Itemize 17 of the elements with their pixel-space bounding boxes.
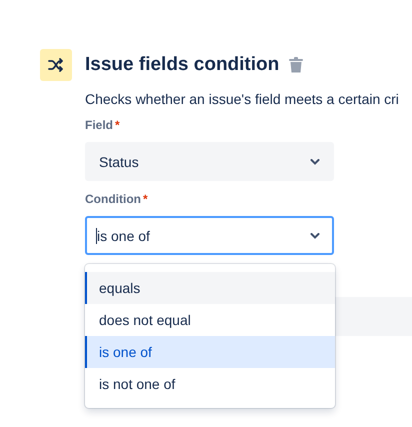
field-label: Condition [85, 192, 141, 206]
select-field[interactable]: Status [85, 142, 334, 181]
chevron-down-icon [310, 158, 320, 164]
trash-icon[interactable] [289, 57, 304, 73]
dropdown-option[interactable]: is not one of [85, 368, 335, 400]
field-label: Field [85, 118, 114, 132]
section-title: Issue fields condition [85, 54, 280, 76]
required-mark: * [115, 118, 120, 132]
dropdown-option[interactable]: does not equal [85, 304, 335, 336]
shuffle-icon [40, 49, 72, 81]
select-field[interactable]: is one of [85, 216, 334, 255]
description: Checks whether an issue's field meets a certain cri [85, 91, 400, 107]
required-mark: * [142, 192, 148, 206]
chevron-down-icon [310, 232, 320, 238]
dropdown-option[interactable]: equals [85, 272, 335, 304]
text-cursor [96, 228, 97, 244]
dropdown-option[interactable]: is one of [85, 336, 335, 368]
